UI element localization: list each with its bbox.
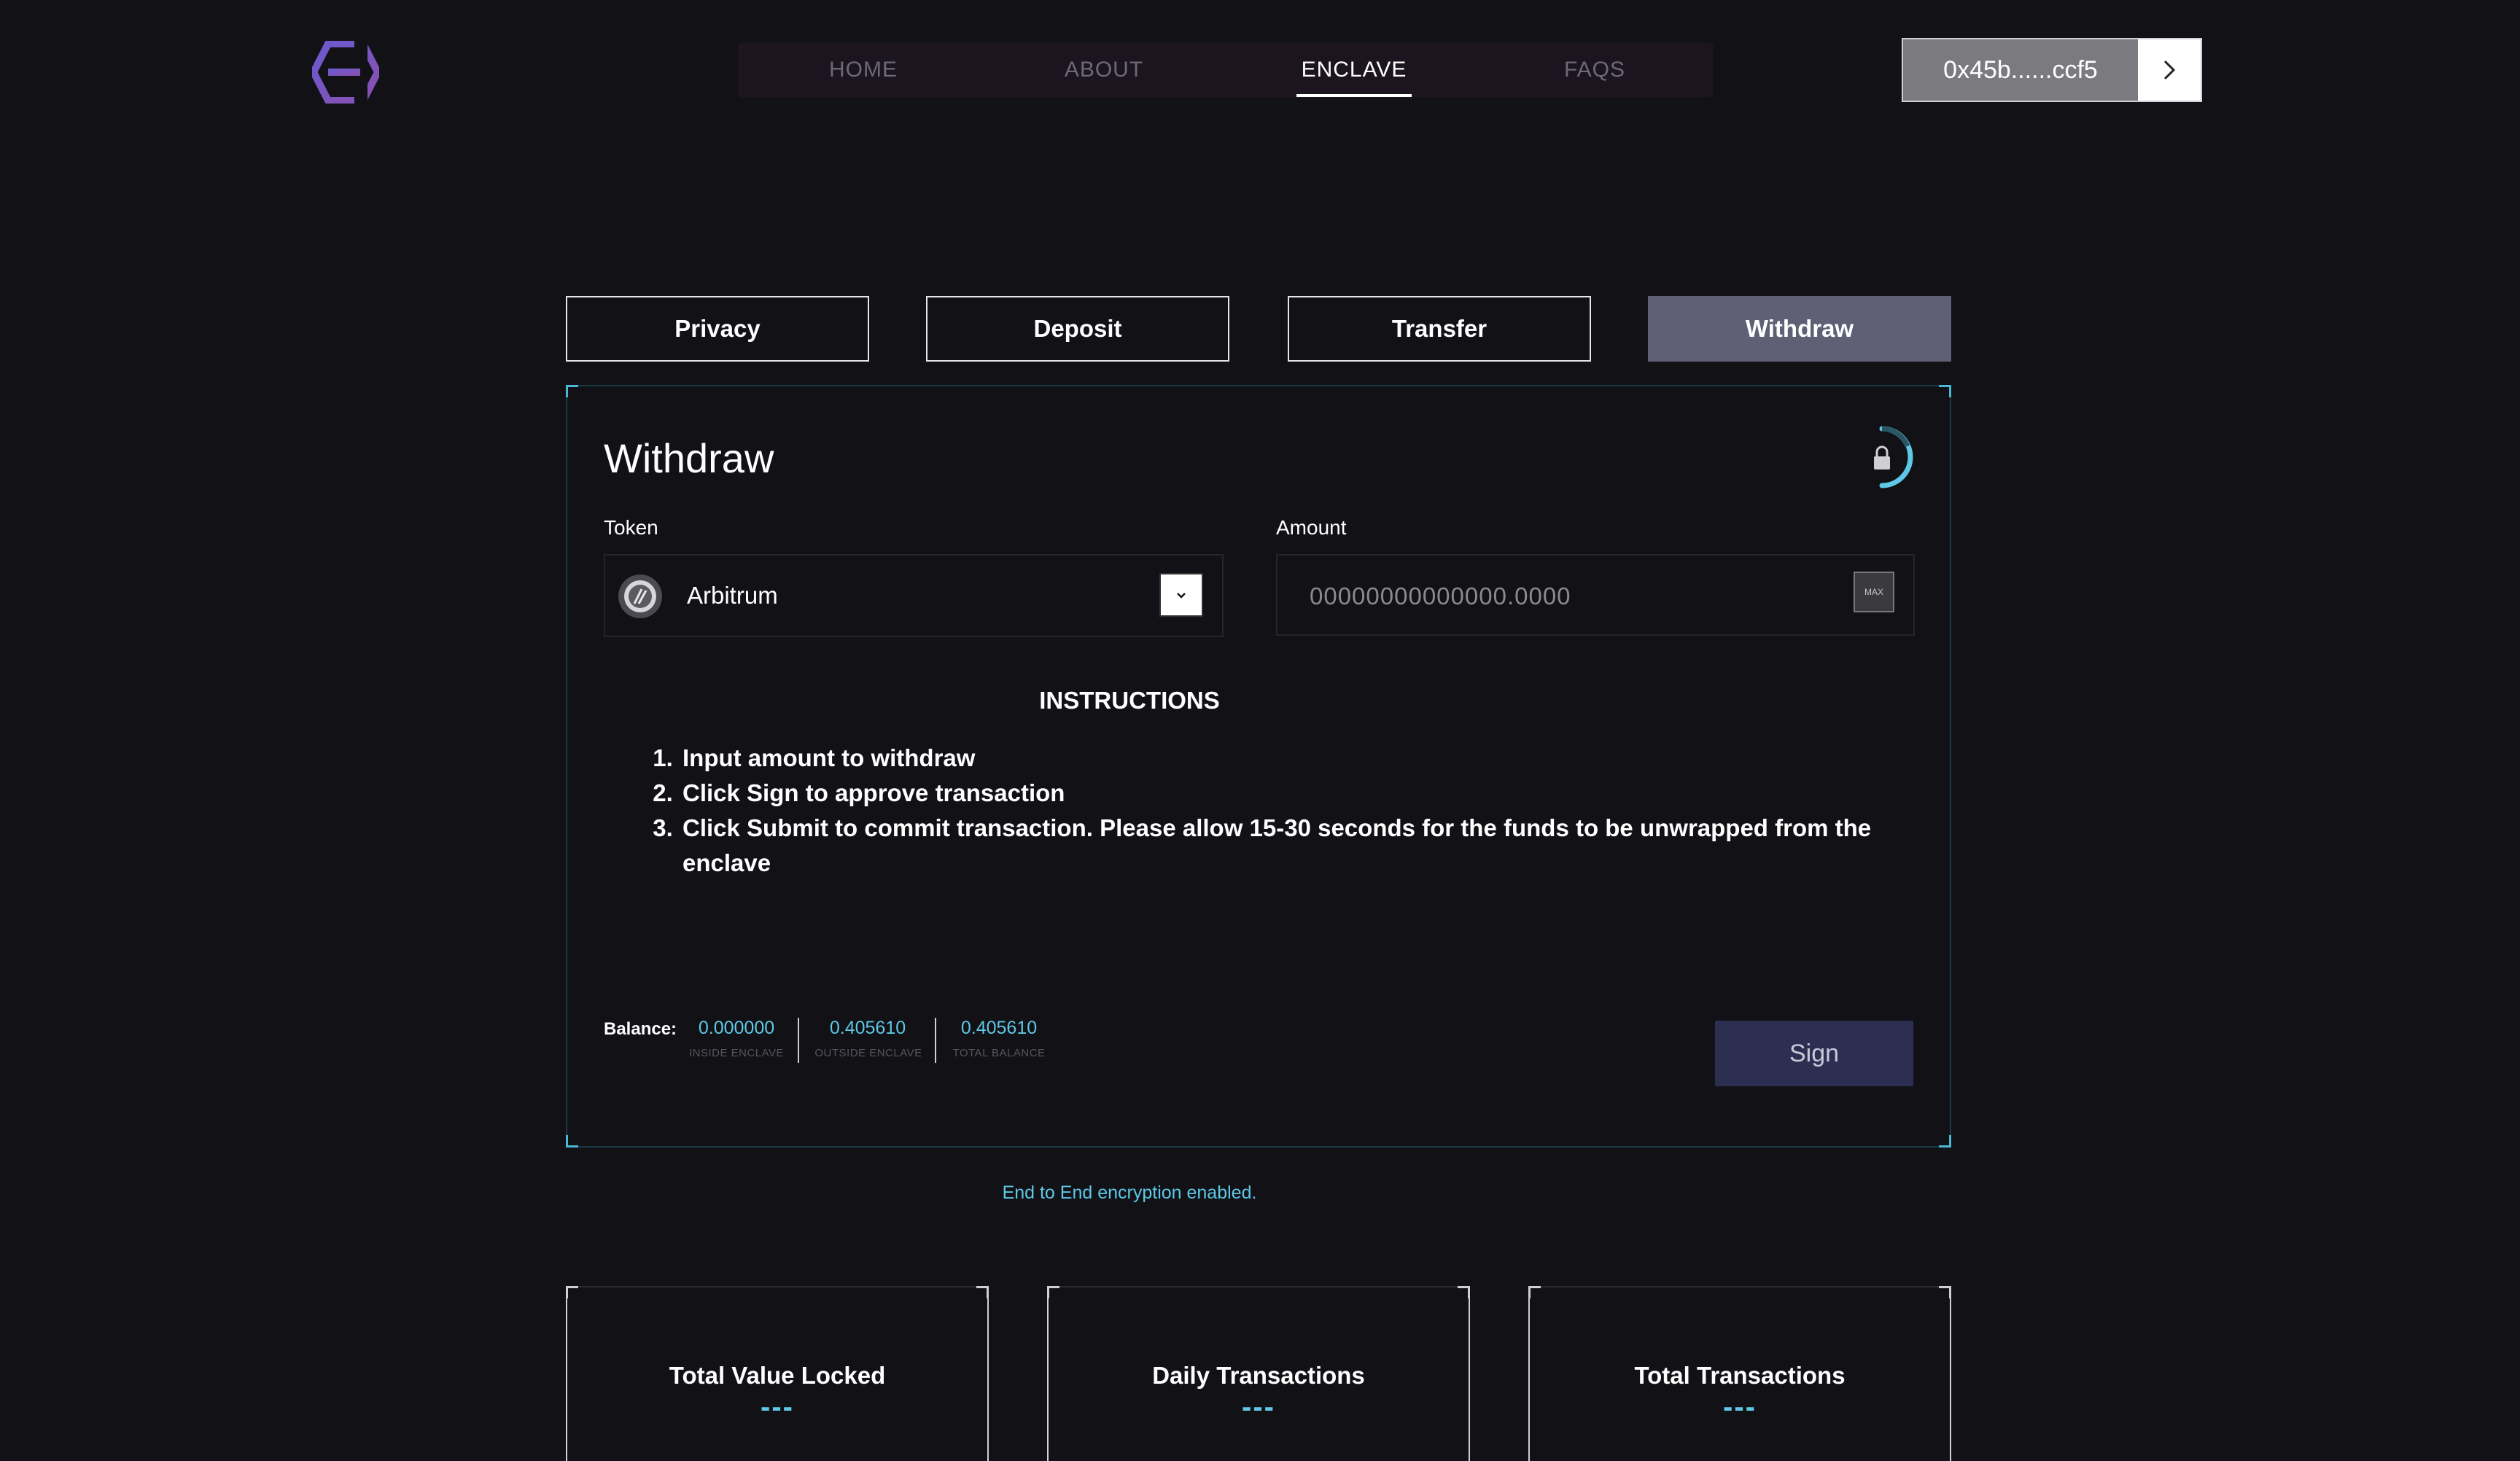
balance-inside-value: 0.000000	[698, 1018, 775, 1038]
instruction-item: Click Sign to approve transaction	[680, 776, 1948, 811]
encryption-status-text: End to End encryption enabled.	[1002, 1183, 1257, 1203]
instructions-title: INSTRUCTIONS	[0, 687, 2520, 714]
sign-button[interactable]: Sign	[1715, 1021, 1913, 1086]
stat-daily-transactions: Daily Transactions ---	[1047, 1286, 1470, 1461]
balance-total-caption: TOTAL BALANCE	[952, 1047, 1046, 1059]
tab-withdraw[interactable]: Withdraw	[1648, 296, 1951, 362]
balance-outside-caption: OUTSIDE ENCLAVE	[814, 1047, 922, 1059]
main-nav: HOME ABOUT ENCLAVE FAQS	[738, 42, 1714, 98]
instructions-list: Input amount to withdraw Click Sign to a…	[636, 741, 1948, 881]
panel-corner	[1939, 385, 1951, 397]
max-button[interactable]: MAX	[1854, 572, 1894, 612]
amount-field-container	[1276, 554, 1915, 636]
encryption-status: End to End encryption enabled.	[0, 1183, 2520, 1204]
chevron-down-icon[interactable]	[1159, 573, 1203, 617]
instruction-item: Input amount to withdraw	[680, 741, 1948, 776]
instruction-item: Click Submit to commit transaction. Plea…	[680, 811, 1948, 881]
nav-home[interactable]: HOME	[808, 42, 919, 98]
balance-label: Balance:	[604, 1019, 677, 1039]
wallet-button[interactable]: 0x45b......ccf5	[1902, 38, 2202, 102]
nav-enclave[interactable]: ENCLAVE	[1296, 42, 1412, 98]
lock-icon	[1874, 445, 1890, 470]
stat-corner	[566, 1286, 578, 1298]
token-selected-name: Arbitrum	[687, 582, 778, 609]
arbitrum-token-icon	[618, 574, 662, 618]
amount-input[interactable]	[1308, 577, 1821, 615]
stat-value: ---	[761, 1391, 794, 1423]
nav-about[interactable]: ABOUT	[1047, 42, 1161, 98]
balance-outside-value: 0.405610	[829, 1018, 906, 1038]
stat-value: ---	[1723, 1391, 1757, 1423]
balance-inside-caption: INSIDE ENCLAVE	[688, 1047, 785, 1059]
tab-deposit[interactable]: Deposit	[926, 296, 1229, 362]
token-label: Token	[604, 516, 658, 539]
tab-privacy[interactable]: Privacy	[566, 296, 869, 362]
stat-total-value-locked: Total Value Locked ---	[566, 1286, 989, 1461]
stat-title: Total Transactions	[1634, 1362, 1846, 1389]
stat-corner	[1047, 1286, 1059, 1298]
balance-total-value: 0.405610	[960, 1018, 1038, 1038]
stat-corner	[1458, 1286, 1470, 1298]
tab-transfer[interactable]: Transfer	[1288, 296, 1591, 362]
balance-divider	[935, 1018, 936, 1063]
stat-total-transactions: Total Transactions ---	[1528, 1286, 1951, 1461]
stat-corner	[1528, 1286, 1541, 1298]
nav-faqs[interactable]: FAQS	[1547, 42, 1642, 98]
stat-title: Total Value Locked	[669, 1362, 886, 1389]
stat-value: ---	[1242, 1391, 1275, 1423]
stat-title: Daily Transactions	[1152, 1362, 1365, 1389]
stat-corner	[976, 1286, 989, 1298]
instructions-title-text: INSTRUCTIONS	[1039, 687, 1220, 714]
wallet-address: 0x45b......ccf5	[1903, 39, 2138, 101]
stat-corner	[1939, 1286, 1951, 1298]
amount-label: Amount	[1276, 516, 1347, 539]
panel-title: Withdraw	[604, 435, 774, 481]
nav-active-underline	[1296, 94, 1412, 97]
panel-corner	[566, 1135, 578, 1148]
panel-corner	[1939, 1135, 1951, 1148]
balance-divider	[798, 1018, 799, 1063]
app-logo[interactable]	[309, 40, 382, 104]
privacy-lock-indicator[interactable]	[1849, 424, 1915, 490]
panel-corner	[566, 385, 578, 397]
chevron-right-icon[interactable]	[2138, 39, 2201, 101]
